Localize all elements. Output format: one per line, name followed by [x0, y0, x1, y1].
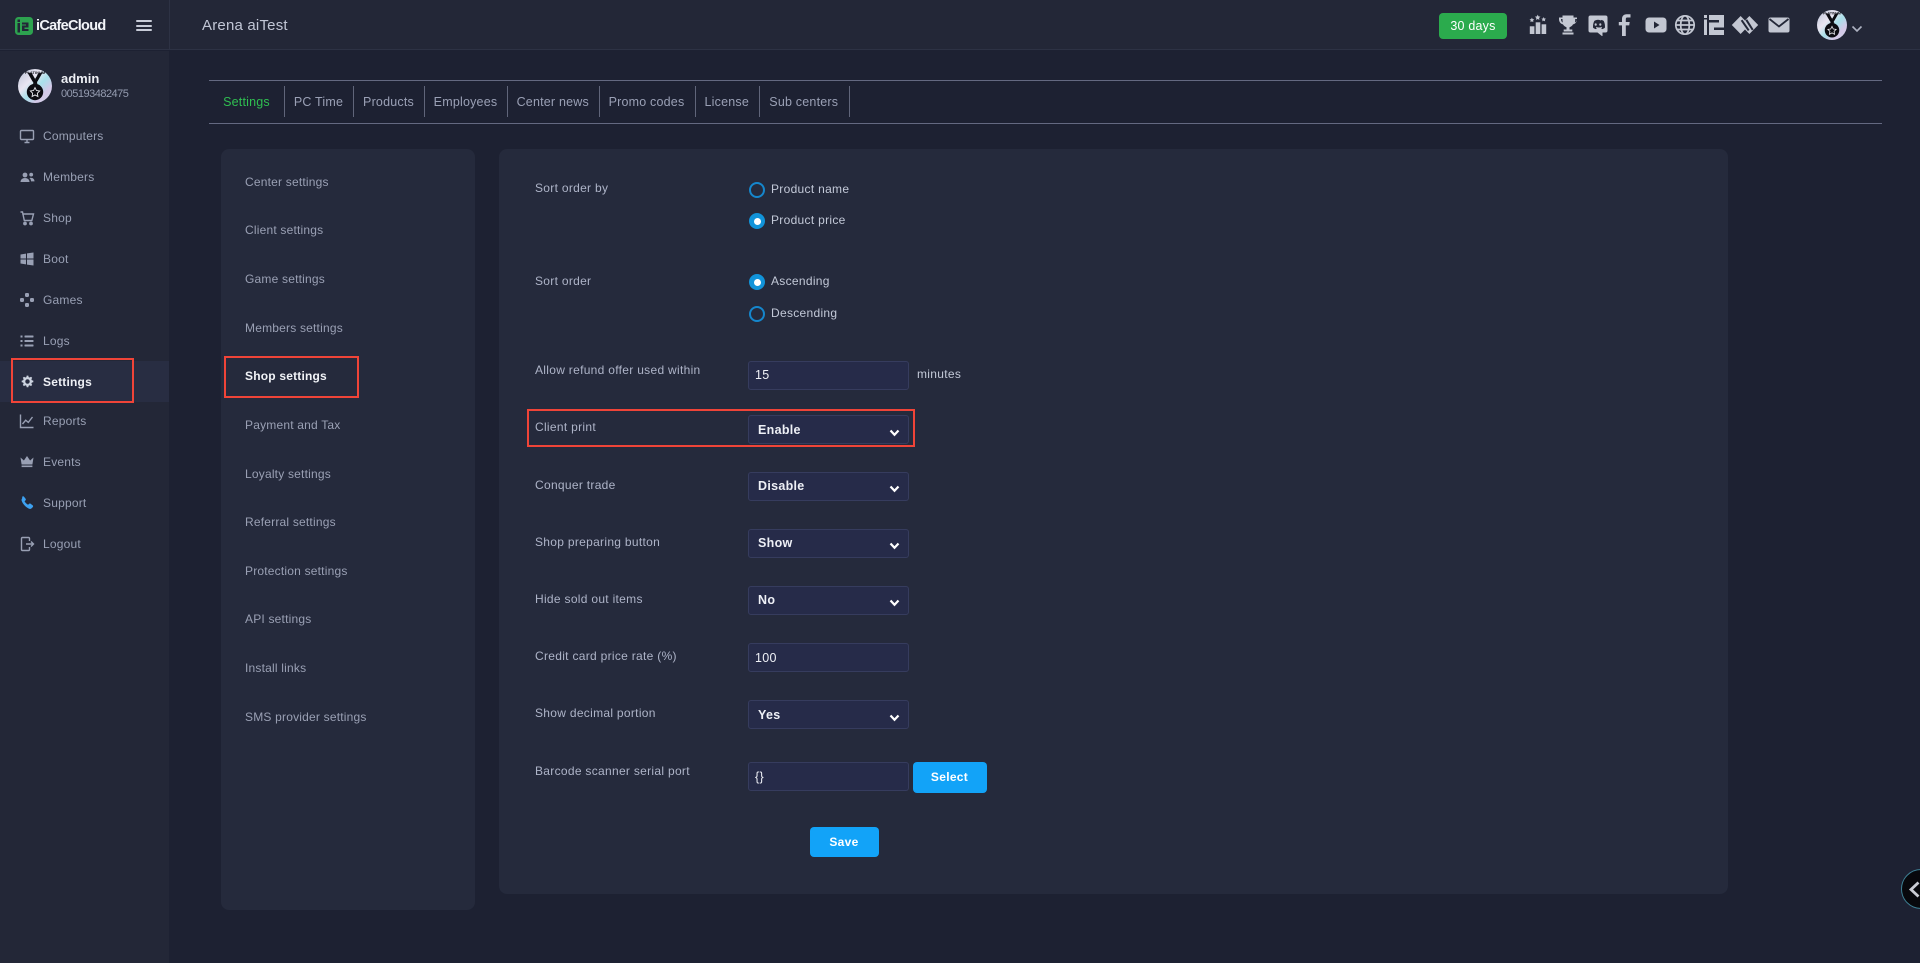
svg-text:PLATINUM: PLATINUM	[25, 70, 46, 75]
svg-text:PLATINUM: PLATINUM	[1823, 12, 1841, 16]
